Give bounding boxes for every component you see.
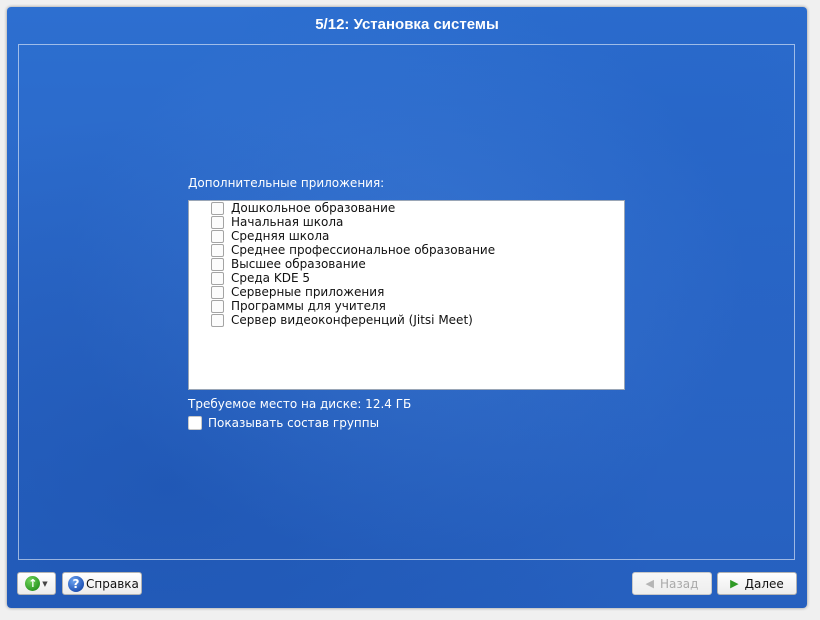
up-menu-button[interactable]: ↑ ▼ <box>17 572 56 595</box>
list-item[interactable]: Программы для учителя <box>211 299 386 313</box>
list-item-label: Средняя школа <box>231 229 330 243</box>
list-item[interactable]: Среднее профессиональное образование <box>211 243 495 257</box>
list-item-label: Среда KDE 5 <box>231 271 310 285</box>
checkbox[interactable] <box>211 271 224 285</box>
checkbox[interactable] <box>211 313 224 327</box>
list-item[interactable]: Сервер видеоконференций (Jitsi Meet) <box>211 313 473 327</box>
checkbox[interactable] <box>211 229 224 243</box>
next-button-label: Далее <box>744 576 784 591</box>
list-item[interactable]: Среда KDE 5 <box>211 271 310 285</box>
next-button[interactable]: ▶ Далее <box>717 572 797 595</box>
back-button[interactable]: ◀ Назад <box>632 572 712 595</box>
list-item[interactable]: Дошкольное образование <box>211 201 395 215</box>
window-title: 5/12: Установка системы <box>315 16 499 33</box>
show-group-toggle[interactable]: Показывать состав группы <box>188 416 379 430</box>
installer-window: 5/12: Установка системы Дополнительные п… <box>7 7 807 608</box>
list-item-label: Высшее образование <box>231 257 366 271</box>
list-item[interactable]: Средняя школа <box>211 229 329 243</box>
back-button-label: Назад <box>660 576 699 591</box>
list-item[interactable]: Серверные приложения <box>211 285 384 299</box>
checkbox[interactable] <box>211 215 224 229</box>
list-item-label: Программы для учителя <box>231 299 386 313</box>
checkbox[interactable] <box>211 257 224 271</box>
checkbox[interactable] <box>211 299 224 313</box>
arrow-up-icon: ↑ <box>25 576 41 591</box>
checkbox[interactable] <box>211 243 224 257</box>
chevron-right-icon: ▶ <box>730 577 739 590</box>
help-icon: ? <box>68 575 84 592</box>
show-group-label: Показывать состав группы <box>208 416 380 430</box>
help-button[interactable]: ? Справка <box>62 572 142 595</box>
additional-apps-label: Дополнительные приложения: <box>188 176 385 190</box>
checkbox[interactable] <box>211 201 224 215</box>
list-item[interactable]: Начальная школа <box>211 215 343 229</box>
list-item[interactable]: Высшее образование <box>211 257 366 271</box>
list-item-label: Серверные приложения <box>231 285 385 299</box>
checkbox[interactable] <box>211 285 224 299</box>
list-item-label: Сервер видеоконференций (Jitsi Meet) <box>231 313 473 327</box>
apps-list[interactable]: Дошкольное образование Начальная школа С… <box>188 200 625 390</box>
show-group-checkbox[interactable] <box>188 416 202 430</box>
list-item-label: Начальная школа <box>231 215 344 229</box>
dropdown-arrow-icon: ▼ <box>42 579 48 588</box>
help-button-label: Справка <box>86 576 139 591</box>
chevron-left-icon: ◀ <box>645 577 655 590</box>
list-item-label: Среднее профессиональное образование <box>231 243 496 257</box>
disk-space-label: Требуемое место на диске: 12.4 ГБ <box>188 397 412 411</box>
list-item-label: Дошкольное образование <box>231 201 396 215</box>
